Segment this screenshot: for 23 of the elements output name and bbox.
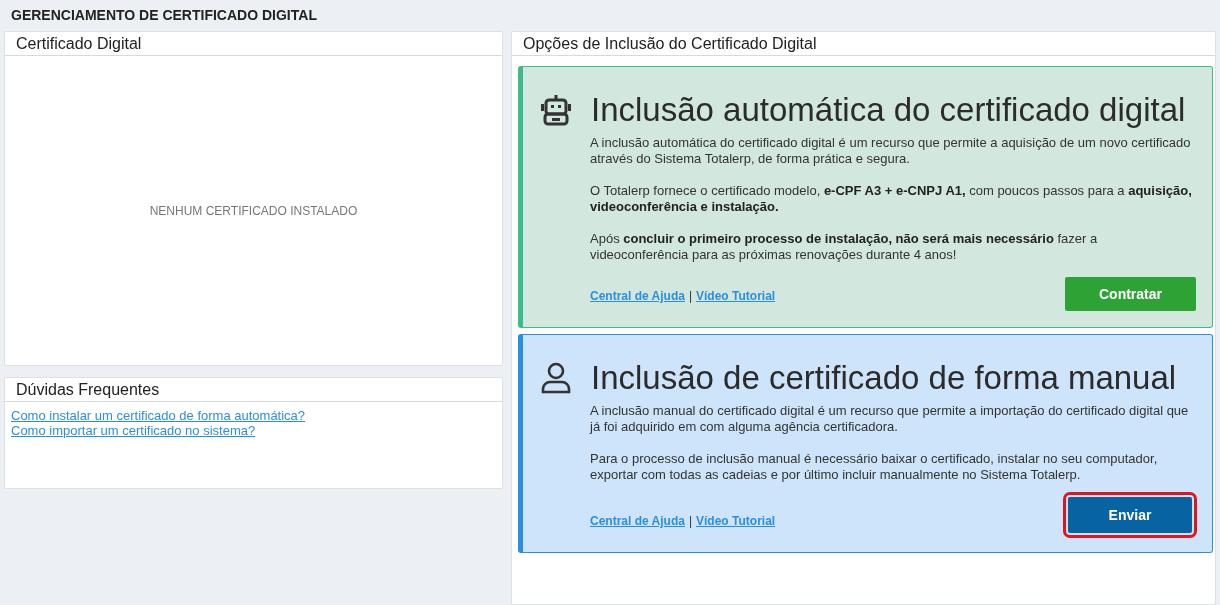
help-link[interactable]: Central de Ajuda bbox=[590, 514, 685, 528]
link-separator: | bbox=[688, 289, 693, 303]
user-icon bbox=[541, 362, 571, 394]
description-text: Para o processo de inclusão manual é necessário baixar o certificado, instalar no seu computador, exportar com todas as cadeias e por último incluir manualmente no Sistema Totalerp. bbox=[590, 451, 1159, 483]
option-title: Inclusão automática do certificado digital bbox=[591, 91, 1186, 129]
page-title: GERENCIAMENTO DE CERTIFICADO DIGITAL bbox=[10, 7, 318, 23]
panel-title: Opções de Inclusão do Certificado Digital bbox=[512, 32, 1215, 56]
option-title: Inclusão de certificado de forma manual bbox=[591, 359, 1177, 397]
panel-title: Certificado Digital bbox=[5, 32, 502, 56]
action-button[interactable]: Contratar bbox=[1065, 277, 1196, 311]
description-text: Após concluir o primeiro processo de instalação, não será mais necessário fazer a videoconferência para as próximas renovações durante 4 anos! bbox=[590, 231, 1099, 263]
description-text: O Totalerp fornece o certificado modelo, e-CPF A3 + e-CNPJ A1, com poucos passos para a aquisição, videoconferência e instalação. bbox=[590, 183, 1193, 215]
description-text: A inclusão automática do certificado digital é um recurso que permite a aquisição de um novo certificado através do Sistema Totalerp, de forma prática e segura. bbox=[590, 135, 1192, 167]
faq-link[interactable]: Como importar um certificado no sistema? bbox=[11, 423, 256, 438]
description-text: A inclusão manual do certificado digital é um recurso que permite a importação do certificado digital que já foi adquirido em com alguma agência certificadora. bbox=[590, 403, 1190, 435]
help-link[interactable]: Vídeo Tutorial bbox=[696, 514, 776, 528]
empty-message: NENHUM CERTIFICADO INSTALADO bbox=[149, 203, 358, 218]
faq-link[interactable]: Como instalar um certificado de forma automática? bbox=[11, 408, 306, 423]
panel-title: Dúvidas Frequentes bbox=[5, 378, 502, 402]
link-separator: | bbox=[688, 514, 693, 528]
robot-icon bbox=[541, 94, 571, 126]
help-link[interactable]: Central de Ajuda bbox=[590, 289, 685, 303]
help-link[interactable]: Vídeo Tutorial bbox=[696, 289, 776, 303]
